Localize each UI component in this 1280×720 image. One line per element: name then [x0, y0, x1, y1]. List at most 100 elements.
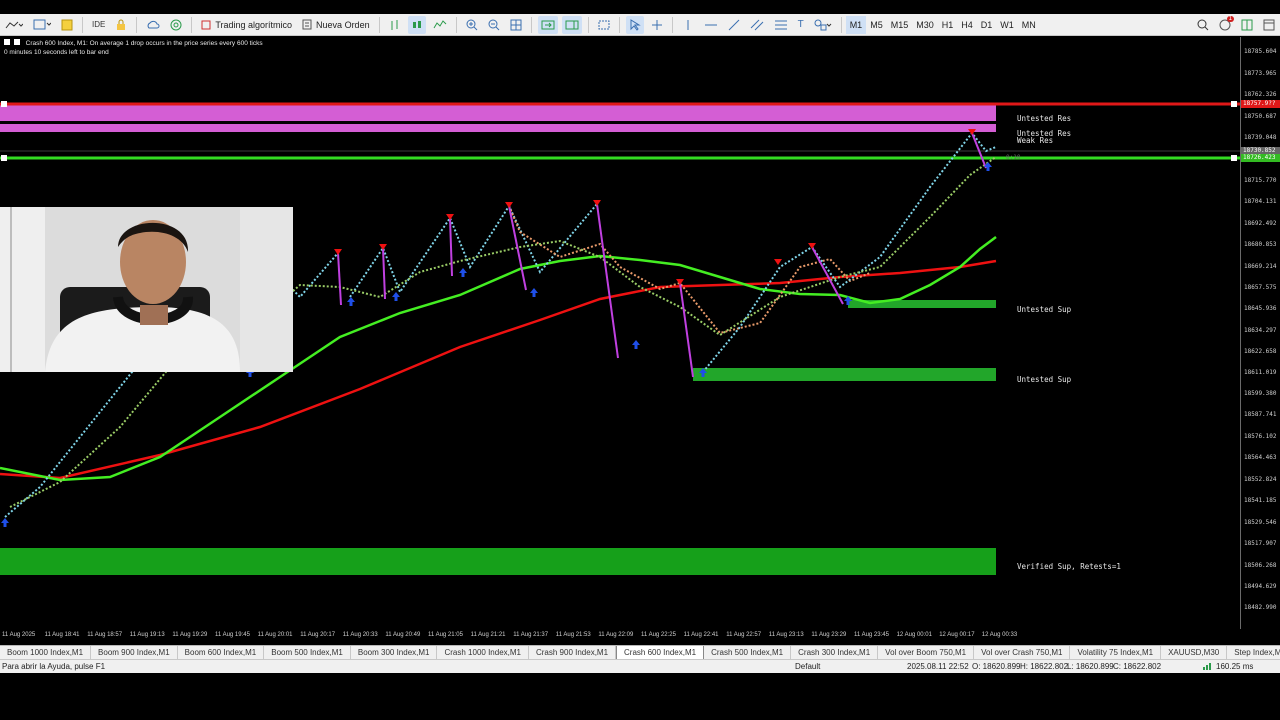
symbol-tab-active[interactable]: Crash 600 Index,M1	[616, 646, 705, 659]
symbol-tab[interactable]: Volatility 75 Index,M1	[1070, 646, 1162, 659]
time-tick-label: 11 Aug 22:41	[683, 632, 719, 638]
live-price-label: 0:10	[1006, 154, 1021, 161]
timeframe-d1[interactable]: D1	[977, 16, 997, 34]
price-tick-label: 18611.019	[1244, 369, 1277, 376]
panel-toggle-icon[interactable]	[1260, 16, 1278, 34]
new-order-label: Nueva Orden	[316, 19, 370, 30]
chart-type-dropdown[interactable]	[2, 16, 26, 34]
main-toolbar: IDE Trading algorítmico Nueva Orden T M1…	[0, 14, 1280, 36]
symbol-tab[interactable]: Boom 600 Index,M1	[178, 646, 265, 659]
zone-label-verified-sup: Verified Sup, Retests=1	[1017, 562, 1121, 571]
symbol-tab[interactable]: Crash 1000 Index,M1	[437, 646, 529, 659]
shapes-icon[interactable]	[811, 16, 835, 34]
symbol-tab[interactable]: Boom 1000 Index,M1	[0, 646, 92, 659]
line-handle-right-green[interactable]	[1231, 155, 1237, 161]
symbol-tab[interactable]: Crash 300 Index,M1	[791, 646, 879, 659]
timeframe-mn[interactable]: MN	[1018, 16, 1040, 34]
stop-icon	[201, 20, 211, 29]
vertical-line-icon[interactable]	[679, 16, 697, 34]
line-handle-right-red[interactable]	[1231, 101, 1237, 107]
symbol-tab[interactable]: Boom 900 Index,M1	[91, 646, 178, 659]
algo-trading-button[interactable]: Trading algorítmico	[198, 16, 295, 34]
buy-arrow-icon	[530, 288, 538, 297]
symbol-tab[interactable]: Crash 500 Index,M1	[704, 646, 792, 659]
timeframe-m1[interactable]: M1	[845, 15, 867, 34]
buy-arrow-icon	[632, 340, 640, 349]
horizontal-line-icon[interactable]	[701, 16, 721, 34]
timeframe-m30[interactable]: M30	[912, 16, 938, 34]
crosshair-icon[interactable]	[648, 16, 666, 34]
toolbar-separator	[587, 16, 589, 33]
symbol-tab[interactable]: Vol over Boom 750,M1	[878, 646, 975, 659]
timeframe-m15[interactable]: M15	[887, 16, 913, 34]
line-chart-icon[interactable]	[430, 16, 450, 34]
time-tick-label: 11 Aug 19:13	[129, 632, 165, 638]
toolbar-separator	[455, 16, 457, 33]
lock-icon[interactable]	[112, 16, 130, 34]
symbol-tabs: Boom 1000 Index,M1 Boom 900 Index,M1 Boom …	[0, 645, 1280, 659]
text-tool-icon[interactable]: T	[795, 16, 807, 34]
algo-trading-label: Trading algorítmico	[215, 19, 293, 30]
symbol-tab[interactable]: XAUUSD,M30	[1161, 646, 1228, 659]
timeframe-w1[interactable]: W1	[996, 16, 1018, 34]
time-tick-label: 11 Aug 23:29	[811, 632, 847, 638]
chart-shift-icon[interactable]	[561, 15, 582, 34]
buy-arrow-icon	[459, 268, 467, 277]
price-tick-label: 18517.907	[1244, 540, 1277, 547]
zoom-in-icon[interactable]	[463, 16, 481, 34]
tile-windows-icon[interactable]	[507, 16, 525, 34]
price-axis[interactable]: 18785.604 18773.965 18762.326 18750.687 1873…	[1240, 37, 1280, 629]
cursor-icon[interactable]	[625, 15, 644, 34]
candlestick-icon[interactable]	[407, 15, 426, 34]
symbol-tab[interactable]: Boom 300 Index,M1	[351, 646, 438, 659]
symbol-tab[interactable]: Vol over Crash 750,M1	[974, 646, 1071, 659]
untested-sup-zone-2	[693, 368, 996, 381]
window-layout-icon[interactable]	[1238, 16, 1256, 34]
time-axis[interactable]: 11 Aug 2025 11 Aug 18:41 11 Aug 18:57 11 Au…	[0, 629, 1240, 643]
symbol-tab[interactable]: Step Index,M	[1227, 646, 1280, 659]
time-tick-label: 11 Aug 20:01	[257, 632, 293, 638]
channel-icon[interactable]	[747, 16, 767, 34]
screenshot-icon[interactable]	[595, 16, 613, 34]
price-tick-label: 18704.131	[1244, 198, 1277, 205]
symbol-tab[interactable]: Boom 500 Index,M1	[264, 646, 351, 659]
line-handle-left-red[interactable]	[1, 101, 7, 107]
new-order-button[interactable]: Nueva Orden	[299, 16, 373, 34]
price-tick-label: 18645.936	[1244, 305, 1277, 312]
buy-arrow-icon	[392, 292, 400, 301]
line-handle-left-green[interactable]	[1, 155, 7, 161]
time-tick-label: 11 Aug 19:45	[215, 632, 250, 638]
fibonacci-icon[interactable]	[771, 16, 791, 34]
price-chart[interactable]: 0:10 Crash 600 Index, M1: On average 1 d…	[0, 37, 1240, 629]
ide-icon[interactable]: IDE	[89, 16, 108, 34]
timeframe-h1[interactable]: H1	[938, 16, 958, 34]
symbol-icon	[4, 39, 10, 45]
status-bar: Para abrir la Ayuda, pulse F1 Default 20…	[0, 659, 1280, 673]
trendline-icon[interactable]	[725, 16, 743, 34]
time-tick-label: 11 Aug 23:13	[768, 632, 804, 638]
time-tick-label: 11 Aug 19:29	[172, 632, 208, 638]
search-icon[interactable]	[1194, 16, 1212, 34]
notifications-icon[interactable]: 1	[1216, 15, 1234, 34]
zoom-out-icon[interactable]	[485, 16, 503, 34]
price-tick-label: 18552.824	[1244, 476, 1277, 483]
bar-countdown: 0 minutes 10 seconds left to bar end	[4, 49, 109, 56]
sell-arrow-icon	[676, 279, 684, 285]
time-tick-label: 11 Aug 18:57	[87, 632, 123, 638]
market-globe-icon[interactable]	[167, 16, 185, 34]
timeframe-h4[interactable]: H4	[957, 16, 977, 34]
timeframe-m5[interactable]: M5	[866, 16, 887, 34]
help-hint: Para abrir la Ayuda, pulse F1	[2, 662, 106, 671]
price-tick-label: 18587.741	[1244, 411, 1277, 418]
buy-arrow-icon	[347, 297, 355, 306]
presenter-video	[0, 207, 293, 372]
up-tick-series-mid	[349, 203, 598, 298]
profile-icon[interactable]	[58, 16, 76, 34]
symbol-tab[interactable]: Crash 900 Index,M1	[529, 646, 617, 659]
new-chart-icon[interactable]	[30, 16, 54, 34]
support-price-badge: 18726.423	[1241, 154, 1280, 162]
auto-scroll-icon[interactable]	[537, 15, 558, 34]
up-tick-series-right	[702, 131, 997, 373]
depth-of-market-icon[interactable]	[386, 16, 404, 34]
cloud-icon[interactable]	[143, 16, 163, 34]
